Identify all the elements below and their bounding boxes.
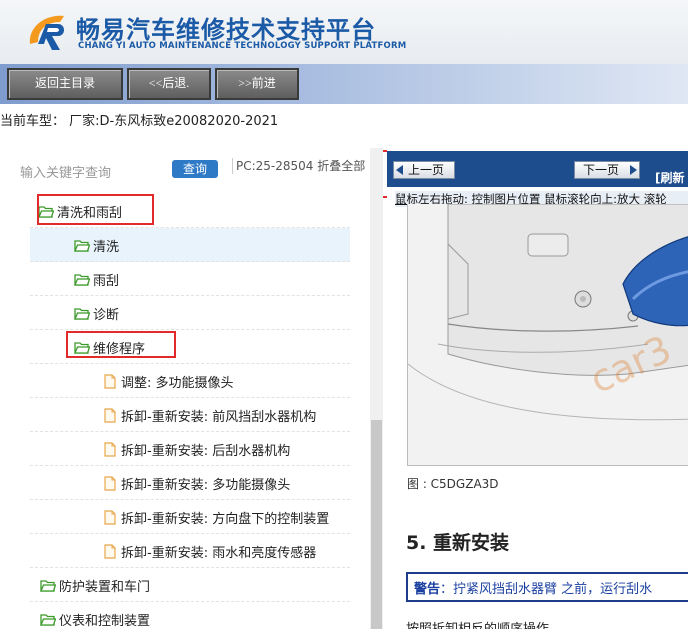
document-icon [104, 476, 116, 491]
tree-row[interactable]: 拆卸-重新安装: 方向盘下的控制装置 [30, 500, 350, 534]
procedure-figure[interactable]: car3 [407, 204, 688, 466]
section-heading: 5. 重新安装 [406, 532, 510, 554]
refresh-link[interactable]: [刷新 [655, 169, 685, 186]
tree-item-label: 防护装置和车门 [59, 580, 151, 595]
app-header: 畅易汽车维修技术支持平台 CHANG YI AUTO MAINTENANCE T… [0, 0, 688, 64]
tree-item[interactable]: 拆卸-重新安装: 前风挡刮水器机构 [104, 406, 316, 425]
tree-item[interactable]: 诊断 [74, 304, 119, 323]
tree-row[interactable]: 仪表和控制装置 [30, 602, 350, 629]
collapse-all-link[interactable]: PC:25-28504 折叠全部 [232, 158, 365, 174]
tree-item[interactable]: 拆卸-重新安装: 方向盘下的控制装置 [104, 508, 329, 527]
folder-open-icon [74, 308, 90, 320]
figure-caption: 图 : C5DGZA3D [407, 477, 499, 491]
tree-item-label: 调整: 多功能摄像头 [121, 376, 234, 391]
tree-item[interactable]: 调整: 多功能摄像头 [104, 372, 234, 391]
tree-item-label: 雨刮 [93, 274, 120, 289]
folder-open-icon [40, 614, 56, 626]
folder-open-icon [74, 240, 90, 252]
tree-item-label: 拆卸-重新安装: 雨水和亮度传感器 [121, 546, 317, 561]
search-input[interactable]: 输入关键字查询 [20, 162, 111, 181]
prev-page-button[interactable]: 上一页 [393, 161, 455, 179]
document-icon [104, 408, 116, 423]
tree-item[interactable]: 拆卸-重新安装: 雨水和亮度传感器 [104, 542, 316, 561]
next-page-button[interactable]: 下一页 [574, 161, 640, 179]
tree-item[interactable]: 拆卸-重新安装: 多功能摄像头 [104, 474, 290, 493]
document-icon [104, 374, 116, 389]
tree-item-label: 清洗 [93, 240, 120, 255]
tree-item-label: 拆卸-重新安装: 前风挡刮水器机构 [121, 410, 317, 425]
warning-label: 警告 [414, 582, 441, 597]
figure-illustration: car3 [408, 204, 688, 465]
back-button[interactable]: <<后退. [127, 68, 211, 100]
document-icon [104, 442, 116, 457]
current-car-model: 当前车型： 厂家:D-东风标致e20082020-2021 [0, 114, 279, 129]
scrollbar-thumb[interactable] [371, 420, 382, 629]
document-icon [104, 544, 116, 559]
tree-row[interactable]: 调整: 多功能摄像头 [30, 364, 350, 398]
tree-row[interactable]: 雨刮 [30, 262, 350, 296]
arrow-left-icon [396, 165, 403, 175]
search-button[interactable]: 查询 [172, 160, 218, 178]
tree-item[interactable]: 拆卸-重新安装: 后刮水器机构 [104, 440, 290, 459]
folder-open-icon [40, 580, 56, 592]
highlight-box-wash-wiper [37, 194, 154, 225]
tree-row[interactable]: 防护装置和车门 [30, 568, 350, 602]
tree-item[interactable]: 仪表和控制装置 [40, 610, 150, 629]
tree-item-label: 拆卸-重新安装: 方向盘下的控制装置 [121, 512, 330, 527]
brand-title: 畅易汽车维修技术支持平台 [76, 16, 376, 44]
home-button[interactable]: 返回主目录 [7, 68, 123, 100]
document-viewer: 上一页 下一页 [刷新 鼠标左右拖动: 控制图片位置 鼠标滚轮向上:放大 滚轮 … [387, 148, 688, 629]
arrow-right-icon [630, 165, 637, 175]
prev-page-label: 上一页 [408, 163, 445, 177]
tree-row[interactable]: 清洗 [30, 228, 350, 262]
tree-row[interactable]: 拆卸-重新安装: 后刮水器机构 [30, 432, 350, 466]
tree-item-label: 拆卸-重新安装: 多功能摄像头 [121, 478, 291, 493]
tree-item-label: 诊断 [93, 308, 120, 323]
folder-open-icon [74, 274, 90, 286]
tree-item-label: 拆卸-重新安装: 后刮水器机构 [121, 444, 291, 459]
tree-item-label: 仪表和控制装置 [59, 614, 151, 629]
tree-item[interactable]: 防护装置和车门 [40, 576, 150, 595]
tree-row[interactable]: 拆卸-重新安装: 前风挡刮水器机构 [30, 398, 350, 432]
warning-box: 警告：拧紧风挡刮水器臂 之前，运行刮水 [406, 572, 688, 602]
search-row: 输入关键字查询 查询 PC:25-28504 折叠全部 [20, 158, 365, 182]
forward-button[interactable]: >>前进 [215, 68, 299, 100]
tree-row[interactable]: 拆卸-重新安装: 多功能摄像头 [30, 466, 350, 500]
nav-bar: 返回主目录 <<后退. >>前进 [0, 64, 688, 104]
tree-row[interactable]: 诊断 [30, 296, 350, 330]
logo-icon [29, 15, 64, 50]
tree-item[interactable]: 雨刮 [74, 270, 119, 289]
document-icon [104, 510, 116, 525]
tree-item[interactable]: 清洗 [74, 236, 119, 255]
procedure-paragraph: 按照拆卸相反的顺序操作 [406, 618, 549, 629]
next-page-label: 下一页 [583, 163, 620, 177]
brand-subtitle: CHANG YI AUTO MAINTENANCE TECHNOLOGY SUP… [78, 41, 407, 51]
pager-bar: 上一页 下一页 [刷新 [387, 151, 688, 187]
tree-row[interactable]: 拆卸-重新安装: 雨水和亮度传感器 [30, 534, 350, 568]
warning-text: ：拧紧风挡刮水器臂 之前，运行刮水 [440, 582, 653, 597]
highlight-box-repair-procedure [66, 331, 176, 358]
